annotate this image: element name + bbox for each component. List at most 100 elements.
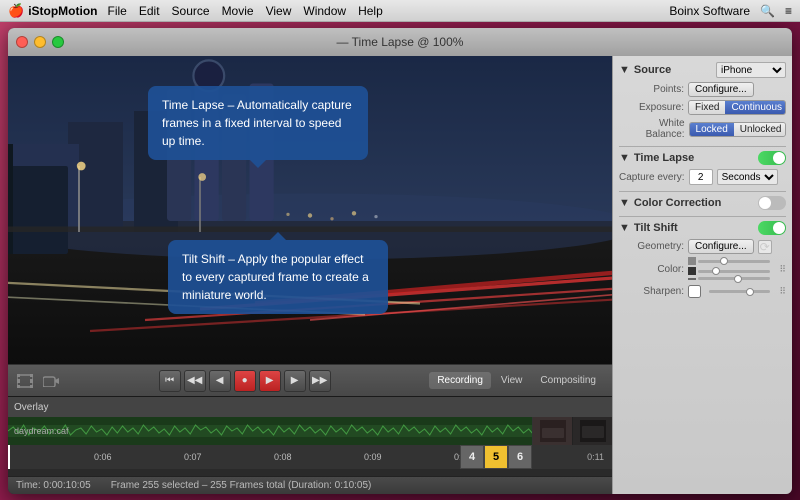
menu-icon[interactable]: ≡ (785, 4, 792, 18)
tiltshift-header[interactable]: ▼ Tilt Shift (619, 221, 786, 235)
menu-edit[interactable]: Edit (139, 4, 160, 18)
close-button[interactable] (16, 36, 28, 48)
wb-unlocked[interactable]: Unlocked (734, 123, 786, 136)
sharpen-slider-track[interactable] (709, 290, 770, 293)
menu-window[interactable]: Window (303, 4, 346, 18)
skip-back-button[interactable]: ⏮ (159, 370, 181, 392)
wb-locked[interactable]: Locked (690, 123, 734, 136)
waveform-svg (8, 417, 612, 445)
tiltshift-tooltip: Tilt Shift – Apply the popular effect to… (168, 240, 388, 314)
configure-geometry-button[interactable]: Configure... (688, 239, 754, 254)
status-bar: Time: 0:00:10:05 Frame 255 selected – 25… (8, 476, 612, 494)
slider-track-1[interactable] (698, 260, 770, 263)
exposure-row: Exposure: Fixed Continuous (619, 100, 786, 115)
source-section: ▼ Source iPhone Points: Configure... Exp… (619, 62, 786, 140)
timeline-area: Overlay daydream.caf (8, 396, 612, 476)
capture-label: Capture every: (619, 172, 685, 183)
timelapse-label: Time Lapse (634, 152, 694, 164)
timelapse-section: ▼ Time Lapse Capture every: Seconds (619, 151, 786, 185)
color-field-label: Color: (619, 264, 684, 275)
video-panel: Time Lapse – Automatically capture frame… (8, 56, 612, 494)
tab-compositing[interactable]: Compositing (532, 372, 604, 389)
menu-movie[interactable]: Movie (222, 4, 254, 18)
brand-name: Boinx Software (669, 4, 750, 18)
exposure-fixed[interactable]: Fixed (689, 101, 725, 114)
slider-thumb-1[interactable] (720, 257, 728, 265)
menu-file[interactable]: File (108, 4, 127, 18)
timeline-ruler: 0:06 0:07 0:08 0:09 0:10 4 5 6 0:11 (8, 445, 612, 469)
color-slider-area (688, 257, 770, 282)
capture-value-input[interactable] (689, 169, 713, 185)
separator-2 (619, 191, 786, 192)
view-tabs: Recording View Compositing (429, 372, 604, 389)
apple-logo: 🍎 (8, 3, 24, 19)
color-slider-3 (688, 277, 770, 280)
capture-row: Capture every: Seconds (619, 169, 786, 185)
maximize-button[interactable] (52, 36, 64, 48)
color-correction-toggle[interactable] (758, 196, 786, 210)
app-name: iStopMotion (28, 4, 97, 18)
menu-view[interactable]: View (266, 4, 292, 18)
separator-1 (619, 146, 786, 147)
configure-points-button[interactable]: Configure... (688, 82, 754, 97)
timelapse-tooltip: Time Lapse – Automatically capture frame… (148, 86, 368, 160)
capture-unit-select[interactable]: Seconds (717, 169, 778, 185)
color-swatch-2 (688, 267, 696, 275)
sharpen-checkbox[interactable] (688, 285, 701, 298)
geometry-label: Geometry: (619, 241, 684, 252)
tiltshift-toggle[interactable] (758, 221, 786, 235)
thumb-1 (533, 417, 573, 445)
camera-icon (42, 372, 60, 390)
exposure-label: Exposure: (619, 102, 684, 113)
menu-bar: 🍎 iStopMotion File Edit Source Movie Vie… (0, 0, 800, 22)
content-area: Time Lapse – Automatically capture frame… (8, 56, 792, 494)
menu-bar-right: Boinx Software 🔍 ≡ (669, 4, 792, 18)
color-slider-1 (688, 257, 770, 265)
main-window: — Time Lapse @ 100% (8, 28, 792, 494)
source-device-select[interactable]: iPhone (716, 62, 786, 78)
timelapse-header[interactable]: ▼ Time Lapse (619, 151, 786, 165)
tiltshift-section: ▼ Tilt Shift Geometry: Configure... ⟳ Co… (619, 221, 786, 298)
slider-thumb-2[interactable] (712, 267, 720, 275)
record-button[interactable]: ● (234, 370, 256, 392)
title-bar: — Time Lapse @ 100% (8, 28, 792, 56)
tab-recording[interactable]: Recording (429, 372, 491, 389)
ruler-mark-2: 0:07 (184, 452, 202, 462)
color-correction-header[interactable]: ▼ Color Correction (619, 196, 786, 210)
color-correction-section: ▼ Color Correction (619, 196, 786, 210)
menu-source[interactable]: Source (172, 4, 210, 18)
frame-5-current: 5 (484, 445, 508, 469)
sharpen-row: Sharpen: ⠿ (619, 285, 786, 298)
tab-view[interactable]: View (493, 372, 531, 389)
sharpen-slider-thumb[interactable] (746, 288, 754, 296)
sharpen-dots: ⠿ (774, 286, 786, 297)
transport-controls: ⏮ ◀◀ ◀ ● ▶ ▶ ▶▶ (68, 370, 421, 392)
thumb-2 (573, 417, 612, 445)
next-button[interactable]: ▶ (284, 370, 306, 392)
source-header[interactable]: ▼ Source iPhone (619, 62, 786, 78)
exposure-continuous[interactable]: Continuous (725, 101, 786, 114)
filmstrip-icon (16, 372, 34, 390)
source-label: Source (634, 64, 671, 76)
minimize-button[interactable] (34, 36, 46, 48)
frame-numbers: 4 5 6 (460, 445, 532, 469)
wb-row: White Balance: Locked Unlocked (619, 118, 786, 140)
prev-frame-button[interactable]: ◀◀ (184, 370, 206, 392)
slider-track-3[interactable] (698, 277, 770, 280)
search-icon[interactable]: 🔍 (760, 4, 775, 18)
color-dots: ⠿ (774, 264, 786, 275)
menu-items: File Edit Source Movie View Window Help (108, 4, 383, 18)
play-button[interactable]: ▶ (259, 370, 281, 392)
timelapse-toggle[interactable] (758, 151, 786, 165)
thumbnail-strip (532, 417, 612, 445)
slider-track-2[interactable] (698, 270, 770, 273)
color-correction-triangle: ▼ (619, 197, 630, 209)
geometry-extra-button[interactable]: ⟳ (758, 240, 772, 254)
menu-help[interactable]: Help (358, 4, 383, 18)
color-swatch-3 (688, 278, 696, 280)
prev-button[interactable]: ◀ (209, 370, 231, 392)
next-frame-button[interactable]: ▶▶ (309, 370, 331, 392)
slider-thumb-3[interactable] (734, 275, 742, 283)
waveform-track: daydream.caf (8, 417, 612, 445)
frame-4: 4 (460, 445, 484, 469)
